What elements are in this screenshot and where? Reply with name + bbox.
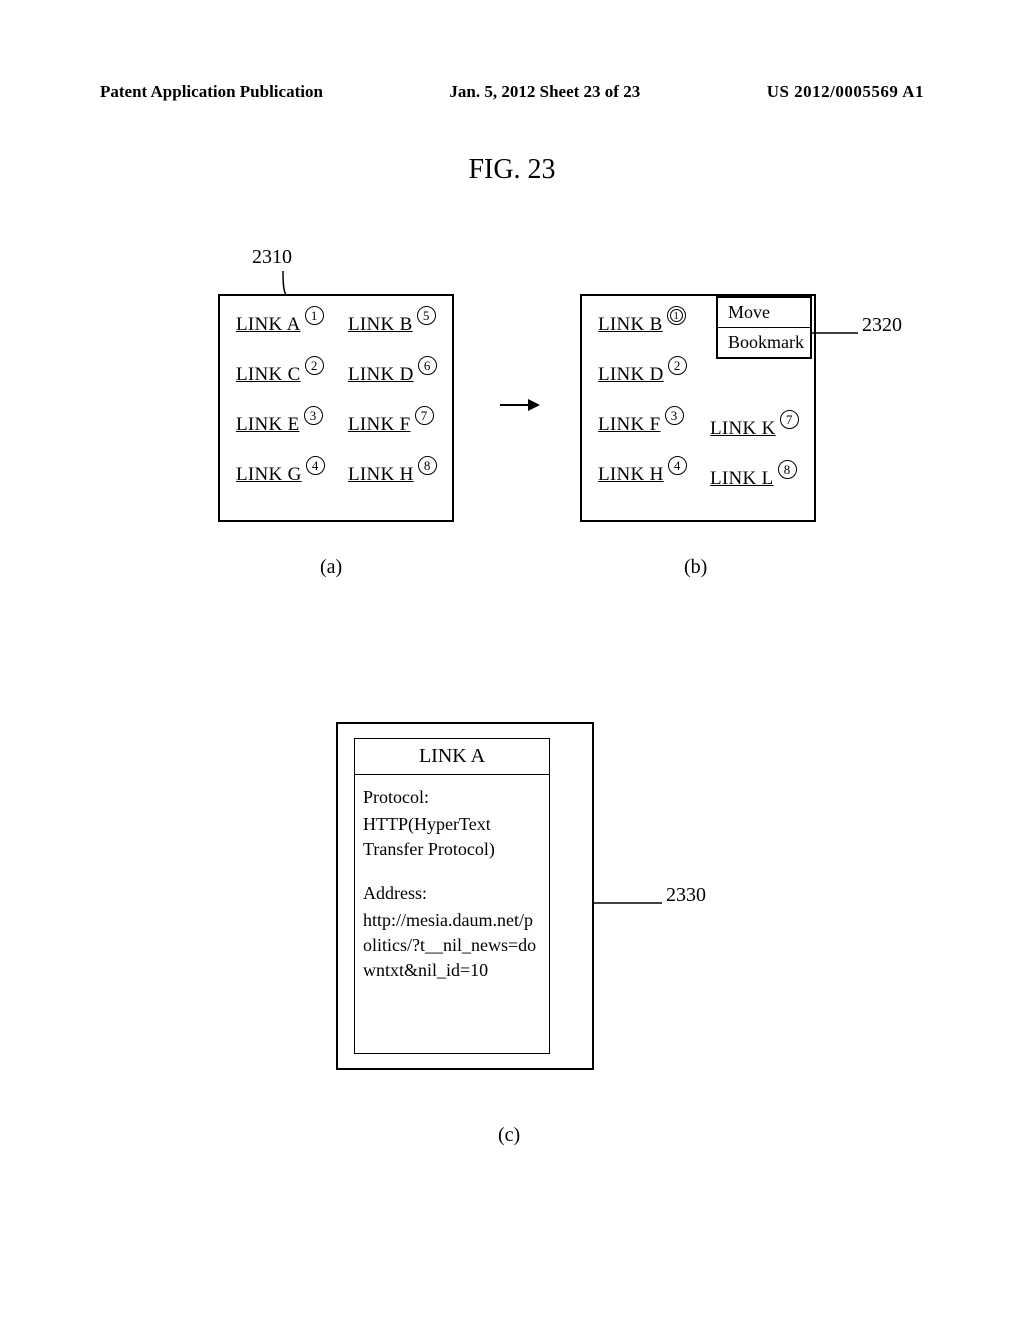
panel-c: LINK A Protocol: HTTP(HyperText Transfer… [336, 722, 594, 1070]
header-left: Patent Application Publication [100, 82, 323, 102]
link-e[interactable]: LINK E 3 [236, 414, 325, 436]
panel-b-col2: LINK K 7 LINK L 8 [710, 418, 799, 518]
protocol-label: Protocol: [363, 785, 541, 810]
badge-icon: 8 [418, 456, 437, 475]
page-header: Patent Application Publication Jan. 5, 2… [0, 82, 1024, 102]
figure-title: FIG. 23 [0, 154, 1024, 186]
ref-leader-2330 [594, 896, 664, 908]
panel-b-col1: LINK B 1 LINK D 2 LINK F 3 LINK H 4 [598, 314, 687, 514]
badge-icon: 2 [668, 356, 687, 375]
badge-icon: 5 [417, 306, 436, 325]
address-label: Address: [363, 881, 541, 906]
link-f[interactable]: LINK F 3 [598, 414, 687, 436]
header-right: US 2012/0005569 A1 [767, 82, 924, 102]
link-b-selected[interactable]: LINK B 1 [598, 314, 687, 336]
badge-icon: 4 [306, 456, 325, 475]
badge-icon: 4 [668, 456, 687, 475]
link-c[interactable]: LINK C 2 [236, 364, 325, 386]
menu-item-bookmark[interactable]: Bookmark [718, 328, 810, 357]
context-menu: Move Bookmark [716, 296, 812, 359]
badge-icon: 6 [418, 356, 437, 375]
badge-icon: 7 [415, 406, 434, 425]
ref-label-2320: 2320 [862, 314, 902, 337]
badge-icon: 8 [778, 460, 797, 479]
header-center: Jan. 5, 2012 Sheet 23 of 23 [449, 82, 640, 102]
protocol-value: HTTP(HyperText Transfer Protocol) [363, 812, 541, 862]
arrow-right-icon [500, 398, 540, 412]
address-value: http://mesia.daum.net/politics/?t__nil_n… [363, 908, 541, 984]
link-info-card: LINK A Protocol: HTTP(HyperText Transfer… [354, 738, 550, 1054]
link-d[interactable]: LINK D 6 [348, 364, 437, 386]
link-g[interactable]: LINK G 4 [236, 464, 325, 486]
card-body: Protocol: HTTP(HyperText Transfer Protoc… [355, 775, 549, 991]
caption-c: (c) [498, 1124, 520, 1147]
badge-icon: 3 [304, 406, 323, 425]
link-h[interactable]: LINK H 4 [598, 464, 687, 486]
ref-leader-2320 [812, 326, 860, 338]
card-title: LINK A [355, 739, 549, 775]
caption-a: (a) [320, 556, 342, 579]
link-a[interactable]: LINK A 1 [236, 314, 325, 336]
menu-item-move[interactable]: Move [718, 298, 810, 328]
link-h[interactable]: LINK H 8 [348, 464, 437, 486]
badge-icon: 3 [665, 406, 684, 425]
panel-a-col2: LINK B 5 LINK D 6 LINK F 7 LINK H 8 [348, 314, 437, 514]
link-b[interactable]: LINK B 5 [348, 314, 437, 336]
badge-double-icon: 1 [667, 306, 686, 325]
link-l[interactable]: LINK L 8 [710, 468, 799, 490]
badge-icon: 2 [305, 356, 324, 375]
panel-a: LINK A 1 LINK C 2 LINK E 3 LINK G 4 LINK… [218, 294, 454, 522]
link-k[interactable]: LINK K 7 [710, 418, 799, 440]
link-d[interactable]: LINK D 2 [598, 364, 687, 386]
badge-icon: 7 [780, 410, 799, 429]
link-f[interactable]: LINK F 7 [348, 414, 437, 436]
page: Patent Application Publication Jan. 5, 2… [0, 0, 1024, 1320]
caption-b: (b) [684, 556, 707, 579]
ref-label-2330: 2330 [666, 884, 706, 907]
panel-a-col1: LINK A 1 LINK C 2 LINK E 3 LINK G 4 [236, 314, 325, 514]
ref-label-2310: 2310 [252, 246, 292, 269]
badge-icon: 1 [305, 306, 324, 325]
